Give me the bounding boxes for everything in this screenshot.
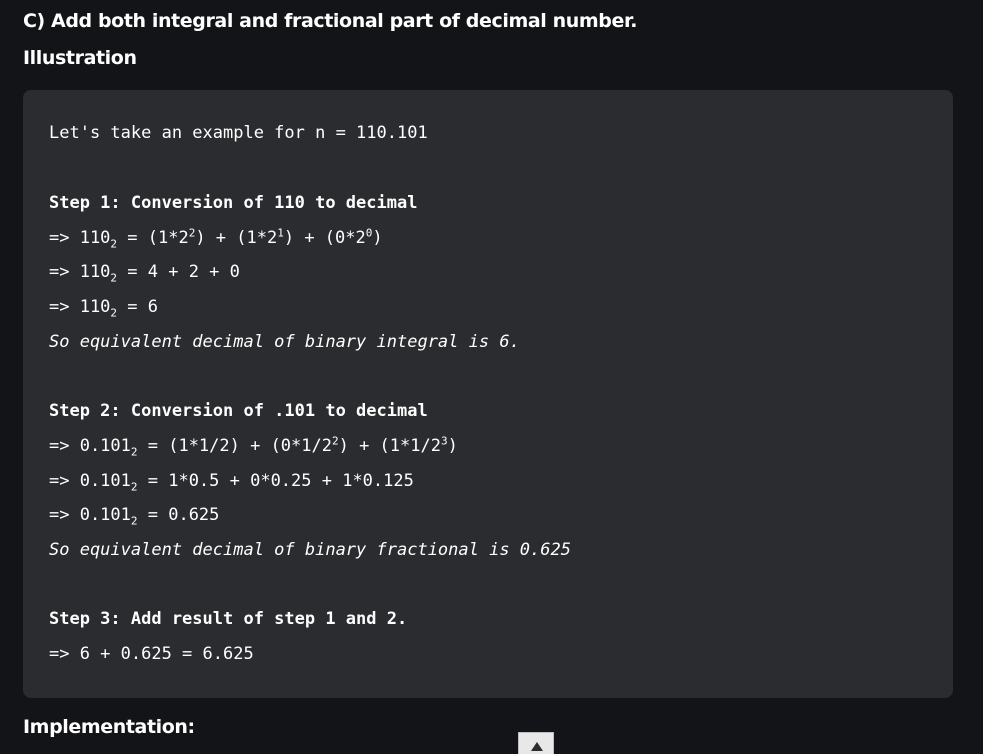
illustration-heading: Illustration: [23, 47, 137, 69]
intro-line: Let's take an example for n = 110.101: [49, 123, 428, 143]
step3-line1: => 6 + 0.625 = 6.625: [49, 644, 254, 664]
code-block: Let's take an example for n = 110.101 St…: [23, 90, 953, 698]
step1-conclusion: So equivalent decimal of binary integral…: [49, 332, 520, 352]
caret-up-icon: [531, 742, 543, 751]
step1-line3: => 1102 = 6: [49, 297, 158, 320]
step1-line2: => 1102 = 4 + 2 + 0: [49, 262, 240, 285]
step2-title: Step 2: Conversion of .101 to decimal: [49, 401, 428, 421]
implementation-heading: Implementation:: [23, 716, 195, 738]
section-subheading: C) Add both integral and fractional part…: [23, 10, 638, 32]
scroll-to-top-button[interactable]: [518, 732, 554, 754]
step2-line1: => 0.1012 = (1*1/2) + (0*1/22) + (1*1/23…: [49, 434, 458, 459]
step1-line1: => 1102 = (1*22) + (1*21) + (0*20): [49, 226, 383, 251]
step2-conclusion: So equivalent decimal of binary fraction…: [49, 540, 571, 560]
step1-title: Step 1: Conversion of 110 to decimal: [49, 193, 418, 213]
step2-line2: => 0.1012 = 1*0.5 + 0*0.25 + 1*0.125: [49, 471, 414, 494]
step3-title: Step 3: Add result of step 1 and 2.: [49, 609, 408, 629]
step2-line3: => 0.1012 = 0.625: [49, 505, 220, 528]
